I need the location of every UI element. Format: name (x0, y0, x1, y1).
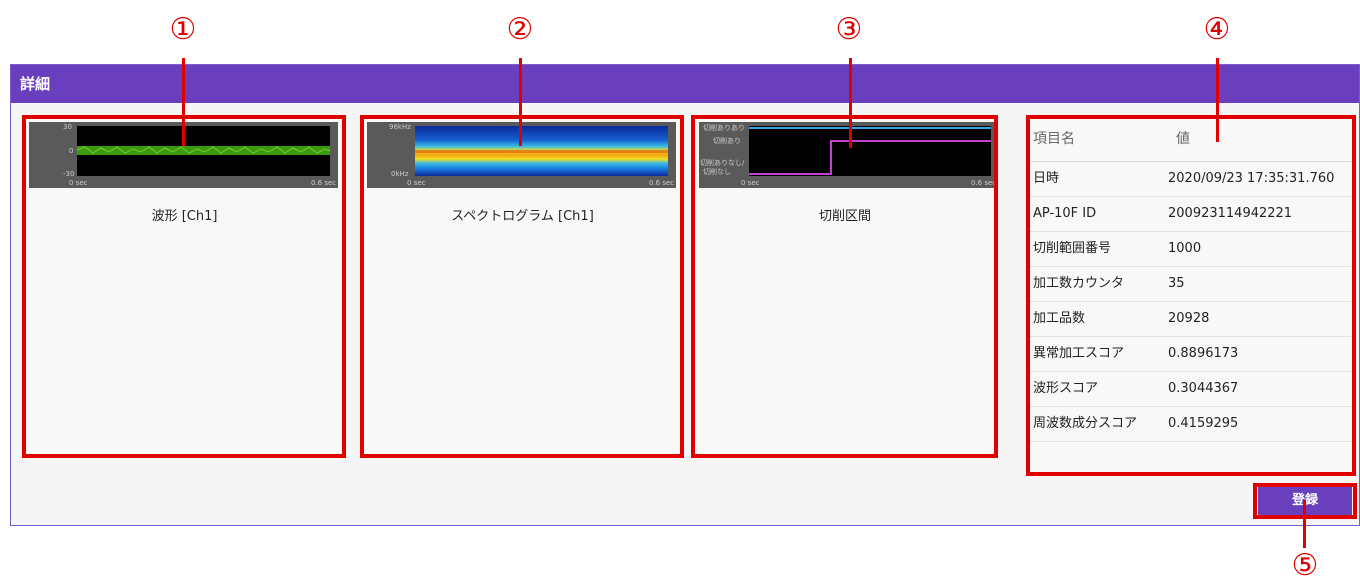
header-value: 値 (1176, 131, 1190, 147)
annotation-line-3 (849, 58, 852, 148)
callout-4: ④ (1203, 12, 1231, 47)
callout-3: ③ (835, 12, 863, 47)
spectrogram-x-end: 0.6 sec (649, 179, 675, 187)
spectrogram-y-top: 96kHz (389, 123, 411, 131)
annotation-line-5 (1303, 500, 1306, 548)
waveform-y-top: 30 (63, 123, 72, 131)
spectrogram-y-bottom: 0kHz (391, 170, 409, 178)
waveform-x-end: 0.6 sec (311, 179, 337, 187)
row-value: 0.8896173 (1168, 346, 1239, 361)
cutting-section-plot (749, 127, 991, 175)
row-name: 異常加工スコア (1033, 346, 1125, 361)
row-value: 0.3044367 (1168, 381, 1239, 396)
cutting-x-end: 0.6 sec (971, 179, 997, 187)
row-value: 2020/09/23 17:35:31.760 (1168, 171, 1335, 186)
table-row: 切削範囲番号 1000 (1028, 232, 1356, 267)
spectrogram-x-start: 0 sec (407, 179, 426, 187)
callout-5: ⑤ (1291, 548, 1319, 583)
row-value: 20928 (1168, 311, 1210, 326)
row-name: 加工品数 (1033, 311, 1086, 326)
table-row: 加工品数 20928 (1028, 302, 1356, 337)
row-name: 切削範囲番号 (1033, 241, 1112, 256)
table-row: 波形スコア 0.3044367 (1028, 372, 1356, 407)
row-name: 日時 (1033, 171, 1060, 186)
cutting-section-thumbnail[interactable]: 切削ありあり 切削あり 切削ありなし/ 切削なし 0 sec 0.6 sec (699, 122, 997, 188)
waveform-plot (76, 146, 331, 155)
row-name: 加工数カウンタ (1033, 276, 1125, 291)
annotation-line-2 (519, 58, 522, 146)
cutting-section-label: 切削区間 (818, 209, 871, 224)
cutting-y-low2: 切削なし (703, 168, 731, 176)
waveform-card[interactable]: 30 0 -30 0 sec 0.6 sec 波形 [Ch1] (24, 117, 345, 457)
waveform-label: 波形 [Ch1] (151, 209, 218, 224)
row-value: 35 (1168, 276, 1185, 291)
cutting-section-card[interactable]: 切削ありあり 切削あり 切削ありなし/ 切削なし 0 sec 0.6 sec 切… (694, 117, 997, 457)
annotation-line-1 (182, 58, 185, 146)
header-item-name: 項目名 (1033, 131, 1075, 147)
panel-title: 詳細 (11, 65, 1359, 103)
cutting-y-mid: 切削あり (713, 137, 741, 145)
info-table-header: 項目名 値 (1028, 117, 1356, 162)
spectrogram-label: スペクトログラム [Ch1] (451, 209, 594, 224)
table-row: 異常加工スコア 0.8896173 (1028, 337, 1356, 372)
row-value: 200923114942221 (1168, 206, 1293, 221)
waveform-y-bottom: -30 (63, 170, 75, 178)
row-name: 周波数成分スコア (1033, 416, 1138, 431)
waveform-x-start: 0 sec (69, 179, 88, 187)
annotation-line-4 (1216, 58, 1219, 142)
cutting-x-start: 0 sec (741, 179, 760, 187)
row-value: 0.4159295 (1168, 416, 1239, 431)
callout-1: ① (169, 12, 197, 47)
table-row: 周波数成分スコア 0.4159295 (1028, 407, 1356, 442)
info-table: 項目名 値 日時 2020/09/23 17:35:31.760 AP-10F … (1028, 117, 1356, 473)
row-name: AP-10F ID (1033, 206, 1097, 221)
waveform-y-mid: 0 (69, 147, 74, 155)
callout-2: ② (506, 12, 534, 47)
table-row: AP-10F ID 200923114942221 (1028, 197, 1356, 232)
row-value: 1000 (1168, 241, 1202, 256)
table-row: 加工数カウンタ 35 (1028, 267, 1356, 302)
spectrogram-card[interactable]: 96kHz 0kHz 0 sec 0.6 sec スペクトログラム [Ch1] (362, 117, 683, 457)
cutting-y-top: 切削ありあり (703, 124, 745, 132)
table-row: 日時 2020/09/23 17:35:31.760 (1028, 162, 1356, 197)
row-name: 波形スコア (1033, 381, 1099, 396)
spectrogram-plot (415, 126, 668, 176)
